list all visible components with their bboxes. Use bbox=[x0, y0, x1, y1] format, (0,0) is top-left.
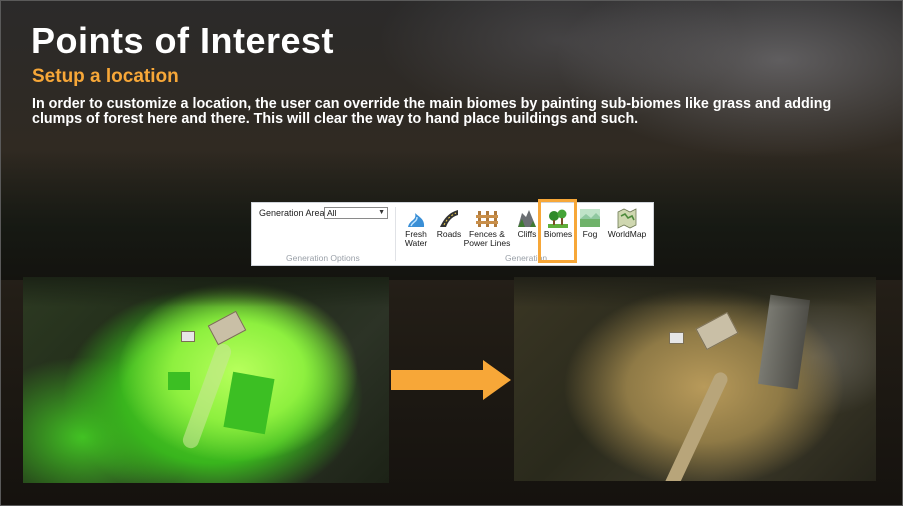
fresh-water-button[interactable]: Fresh Water bbox=[402, 207, 430, 248]
dirt-road bbox=[662, 370, 730, 481]
fresh-water-label-2: Water bbox=[404, 238, 428, 248]
shed bbox=[181, 331, 195, 342]
worldmap-icon bbox=[617, 208, 637, 229]
generation-ribbon: Generation Area All ▼ Generation Options… bbox=[251, 202, 654, 266]
fresh-water-icon bbox=[408, 213, 425, 227]
path-trace bbox=[180, 341, 234, 451]
worldmap-label: WorldMap bbox=[607, 229, 647, 239]
fences-label-2: Power Lines bbox=[463, 238, 511, 248]
forest-clump bbox=[223, 371, 275, 435]
description-text: In order to customize a location, the us… bbox=[32, 96, 832, 127]
fog-icon bbox=[580, 209, 600, 227]
fog-button[interactable]: Fog bbox=[578, 207, 602, 239]
cliffs-icon bbox=[518, 210, 536, 227]
cliffs-button[interactable]: Cliffs bbox=[515, 207, 539, 239]
building bbox=[207, 310, 247, 346]
arrow-right-icon bbox=[391, 360, 511, 400]
generation-area-select[interactable]: All ▼ bbox=[324, 207, 388, 219]
chevron-down-icon: ▼ bbox=[378, 209, 385, 216]
forest-clump bbox=[168, 372, 190, 390]
generation-options-label: Generation Options bbox=[286, 253, 360, 263]
generation-area-value: All bbox=[327, 208, 337, 218]
biomes-highlight-box bbox=[538, 199, 577, 263]
roads-icon bbox=[440, 210, 458, 227]
painted-biome-map bbox=[23, 277, 389, 483]
forest-edge bbox=[23, 277, 389, 307]
fences-power-lines-button[interactable]: Fences & Power Lines bbox=[463, 207, 511, 248]
roads-label: Roads bbox=[436, 229, 462, 239]
worldmap-button[interactable]: WorldMap bbox=[605, 207, 649, 239]
cliffs-label: Cliffs bbox=[517, 229, 537, 239]
group-divider bbox=[395, 207, 396, 261]
generation-options-group: Generation Area All ▼ Generation Options bbox=[252, 203, 394, 265]
building bbox=[695, 311, 739, 351]
roads-button[interactable]: Roads bbox=[435, 207, 463, 239]
fences-icon bbox=[476, 211, 498, 227]
forest-edge bbox=[514, 277, 876, 307]
generation-area-label: Generation Area bbox=[259, 208, 325, 218]
rendered-terrain bbox=[514, 277, 876, 481]
page-title: Points of Interest bbox=[31, 20, 335, 61]
shed bbox=[669, 332, 684, 344]
fog-label: Fog bbox=[582, 229, 598, 239]
section-subtitle: Setup a location bbox=[32, 66, 179, 87]
cliff-face bbox=[757, 294, 811, 390]
